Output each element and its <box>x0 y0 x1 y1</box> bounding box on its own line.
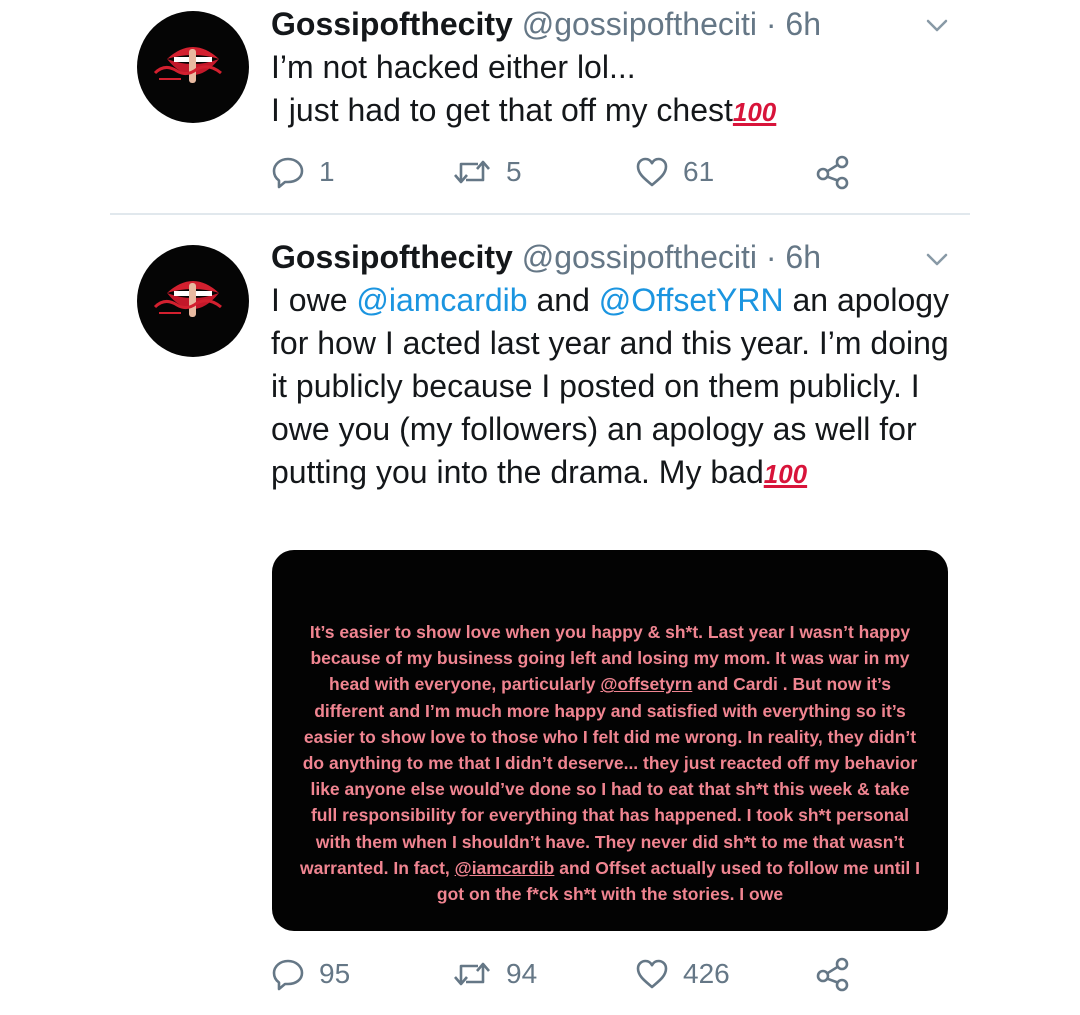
reply-button[interactable]: 1 <box>271 150 335 194</box>
retweet-icon <box>454 962 490 986</box>
image-mention: @iamcardib <box>454 857 555 878</box>
retweet-count: 94 <box>506 958 538 989</box>
like-icon <box>636 959 668 989</box>
hundred-points-emoji: 100 <box>732 97 777 127</box>
tweet-text-segment: I owe <box>271 282 357 318</box>
share-icon <box>816 155 849 190</box>
timestamp[interactable]: 6h <box>785 239 821 275</box>
retweet-count: 5 <box>506 156 522 187</box>
retweet-icon <box>454 160 490 184</box>
avatar[interactable] <box>137 245 249 357</box>
separator: · <box>765 239 777 275</box>
mention-link[interactable]: @OffsetYRN <box>599 282 784 318</box>
reply-button[interactable]: 95 <box>271 952 350 996</box>
author-handle[interactable]: @gossipoftheciti <box>522 6 757 42</box>
retweet-button[interactable]: 94 <box>452 952 537 996</box>
like-count: 426 <box>683 958 730 989</box>
tweet-header: Gossipofthecity @gossipoftheciti · 6h <box>271 237 821 277</box>
image-text-segment: and Cardi . But now it’s different and I… <box>300 674 918 878</box>
like-icon <box>636 157 668 187</box>
avatar[interactable] <box>137 11 249 123</box>
reply-count: 1 <box>319 156 335 187</box>
gossip-logo-icon <box>153 47 222 83</box>
retweet-button[interactable]: 5 <box>452 150 522 194</box>
like-count: 61 <box>683 156 715 187</box>
reply-icon <box>272 157 304 189</box>
share-button[interactable] <box>815 150 851 194</box>
reply-count: 95 <box>319 958 351 989</box>
chevron-down-icon[interactable] <box>925 18 949 34</box>
hundred-points-emoji: 100 <box>763 459 808 489</box>
tweet[interactable]: Gossipofthecity @gossipoftheciti · 6h I … <box>0 215 1080 1015</box>
author-name[interactable]: Gossipofthecity <box>271 239 513 275</box>
tweet-header: Gossipofthecity @gossipoftheciti · 6h <box>271 4 821 44</box>
image-mention: @offsetyrn <box>600 674 693 695</box>
share-icon <box>816 957 849 992</box>
author-handle[interactable]: @gossipoftheciti <box>522 239 757 275</box>
share-button[interactable] <box>815 952 851 996</box>
mention-link[interactable]: @iamcardib <box>356 282 527 318</box>
tweet-text: I owe @iamcardib and @OffsetYRN an apolo… <box>271 279 961 496</box>
reply-icon <box>272 959 304 991</box>
timestamp[interactable]: 6h <box>785 6 821 42</box>
tweet-actions: 95 94 426 <box>271 952 891 996</box>
separator: · <box>765 6 777 42</box>
like-button[interactable]: 61 <box>635 150 714 194</box>
chevron-down-icon[interactable] <box>925 252 949 268</box>
tweet[interactable]: Gossipofthecity @gossipoftheciti · 6h I’… <box>0 0 1080 214</box>
image-text: It’s easier to show love when you happy … <box>300 619 920 907</box>
tweet-text-line: I’m not hacked either lol... <box>271 49 636 85</box>
author-name[interactable]: Gossipofthecity <box>271 6 513 42</box>
tweet-text-segment: and <box>527 282 599 318</box>
tweet-text: I’m not hacked either lol... I just had t… <box>271 46 961 134</box>
attached-image[interactable]: It’s easier to show love when you happy … <box>272 550 948 931</box>
like-button[interactable]: 426 <box>635 952 730 996</box>
tweet-actions: 1 5 61 <box>271 150 891 194</box>
tweet-text-line: I just had to get that off my chest <box>271 92 733 128</box>
gossip-logo-icon <box>153 281 222 317</box>
